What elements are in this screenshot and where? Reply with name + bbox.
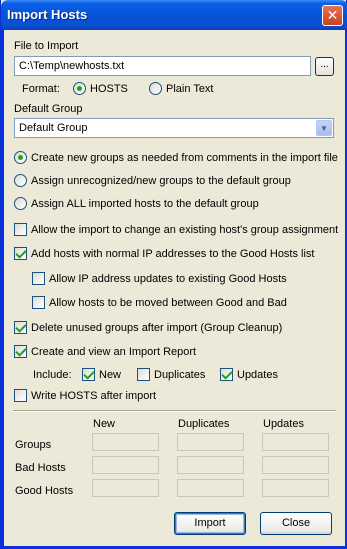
allow-ip-updates-checkbox[interactable] <box>32 272 45 285</box>
bad-hosts-new-value <box>92 456 159 474</box>
import-button[interactable]: Import <box>174 512 246 535</box>
good-hosts-updates-value <box>262 479 329 497</box>
create-report-label: Create and view an Import Report <box>31 346 197 358</box>
include-updates-checkbox[interactable] <box>220 368 233 381</box>
groups-updates-value <box>262 433 329 451</box>
default-group-select[interactable]: Default Group ▼ <box>14 118 334 138</box>
add-good-hosts-checkbox[interactable] <box>14 247 27 260</box>
good-hosts-new-value <box>92 479 159 497</box>
stats-row-good-hosts-label: Good Hosts <box>15 485 74 497</box>
groups-new-value <box>92 433 159 451</box>
include-label: Include: <box>33 369 72 381</box>
stats-header-duplicates: Duplicates <box>178 418 230 430</box>
include-duplicates-label: Duplicates <box>154 369 206 381</box>
close-button[interactable]: Close <box>260 512 332 535</box>
write-hosts-checkbox[interactable] <box>14 389 27 402</box>
chevron-down-icon[interactable]: ▼ <box>316 120 332 136</box>
include-updates-label: Updates <box>237 369 278 381</box>
window-title: Import Hosts <box>7 7 88 22</box>
good-hosts-duplicates-value <box>177 479 244 497</box>
format-hosts-label: HOSTS <box>90 83 128 95</box>
stats-row-groups-label: Groups <box>15 439 52 451</box>
include-new-label: New <box>99 369 122 381</box>
group-mode-create-radio[interactable] <box>14 151 27 164</box>
format-hosts-radio[interactable] <box>73 82 86 95</box>
groups-duplicates-value <box>177 433 244 451</box>
browse-button[interactable]: ... <box>315 57 334 76</box>
allow-ip-updates-label: Allow IP address updates to existing Goo… <box>49 273 287 285</box>
file-path-input[interactable]: C:\Temp\newhosts.txt <box>14 56 311 76</box>
include-new-checkbox[interactable] <box>82 368 95 381</box>
allow-move-label: Allow hosts to be moved between Good and… <box>49 297 287 309</box>
bad-hosts-updates-value <box>262 456 329 474</box>
bad-hosts-duplicates-value <box>177 456 244 474</box>
close-icon[interactable]: ✕ <box>322 5 343 26</box>
allow-change-label: Allow the import to change an existing h… <box>31 224 339 236</box>
add-good-hosts-label: Add hosts with normal IP addresses to th… <box>31 248 315 260</box>
separator <box>13 410 336 412</box>
import-hosts-window: Import Hosts ✕ File to Import C:\Temp\ne… <box>0 0 347 549</box>
default-group-value: Default Group <box>19 122 88 134</box>
format-label: Format: <box>22 83 60 95</box>
title-bar[interactable]: Import Hosts ✕ <box>1 0 347 30</box>
stats-header-updates: Updates <box>263 418 304 430</box>
include-duplicates-checkbox[interactable] <box>137 368 150 381</box>
stats-header-new: New <box>93 418 116 430</box>
delete-unused-groups-checkbox[interactable] <box>14 321 27 334</box>
allow-change-checkbox[interactable] <box>14 223 27 236</box>
group-mode-assign-unrecognized-radio[interactable] <box>14 174 27 187</box>
delete-unused-groups-label: Delete unused groups after import (Group… <box>31 322 283 334</box>
stats-row-bad-hosts-label: Bad Hosts <box>15 462 66 474</box>
create-report-checkbox[interactable] <box>14 345 27 358</box>
group-mode-create-label: Create new groups as needed from comment… <box>31 152 338 164</box>
format-plaintext-label: Plain Text <box>166 83 214 95</box>
write-hosts-label: Write HOSTS after import <box>31 390 157 402</box>
allow-move-checkbox[interactable] <box>32 296 45 309</box>
group-mode-assign-all-radio[interactable] <box>14 197 27 210</box>
group-mode-assign-unrecognized-label: Assign unrecognized/new groups to the de… <box>31 175 291 187</box>
group-mode-assign-all-label: Assign ALL imported hosts to the default… <box>31 198 259 210</box>
file-label: File to Import <box>14 40 79 52</box>
default-group-label: Default Group <box>14 103 83 115</box>
format-plaintext-radio[interactable] <box>149 82 162 95</box>
